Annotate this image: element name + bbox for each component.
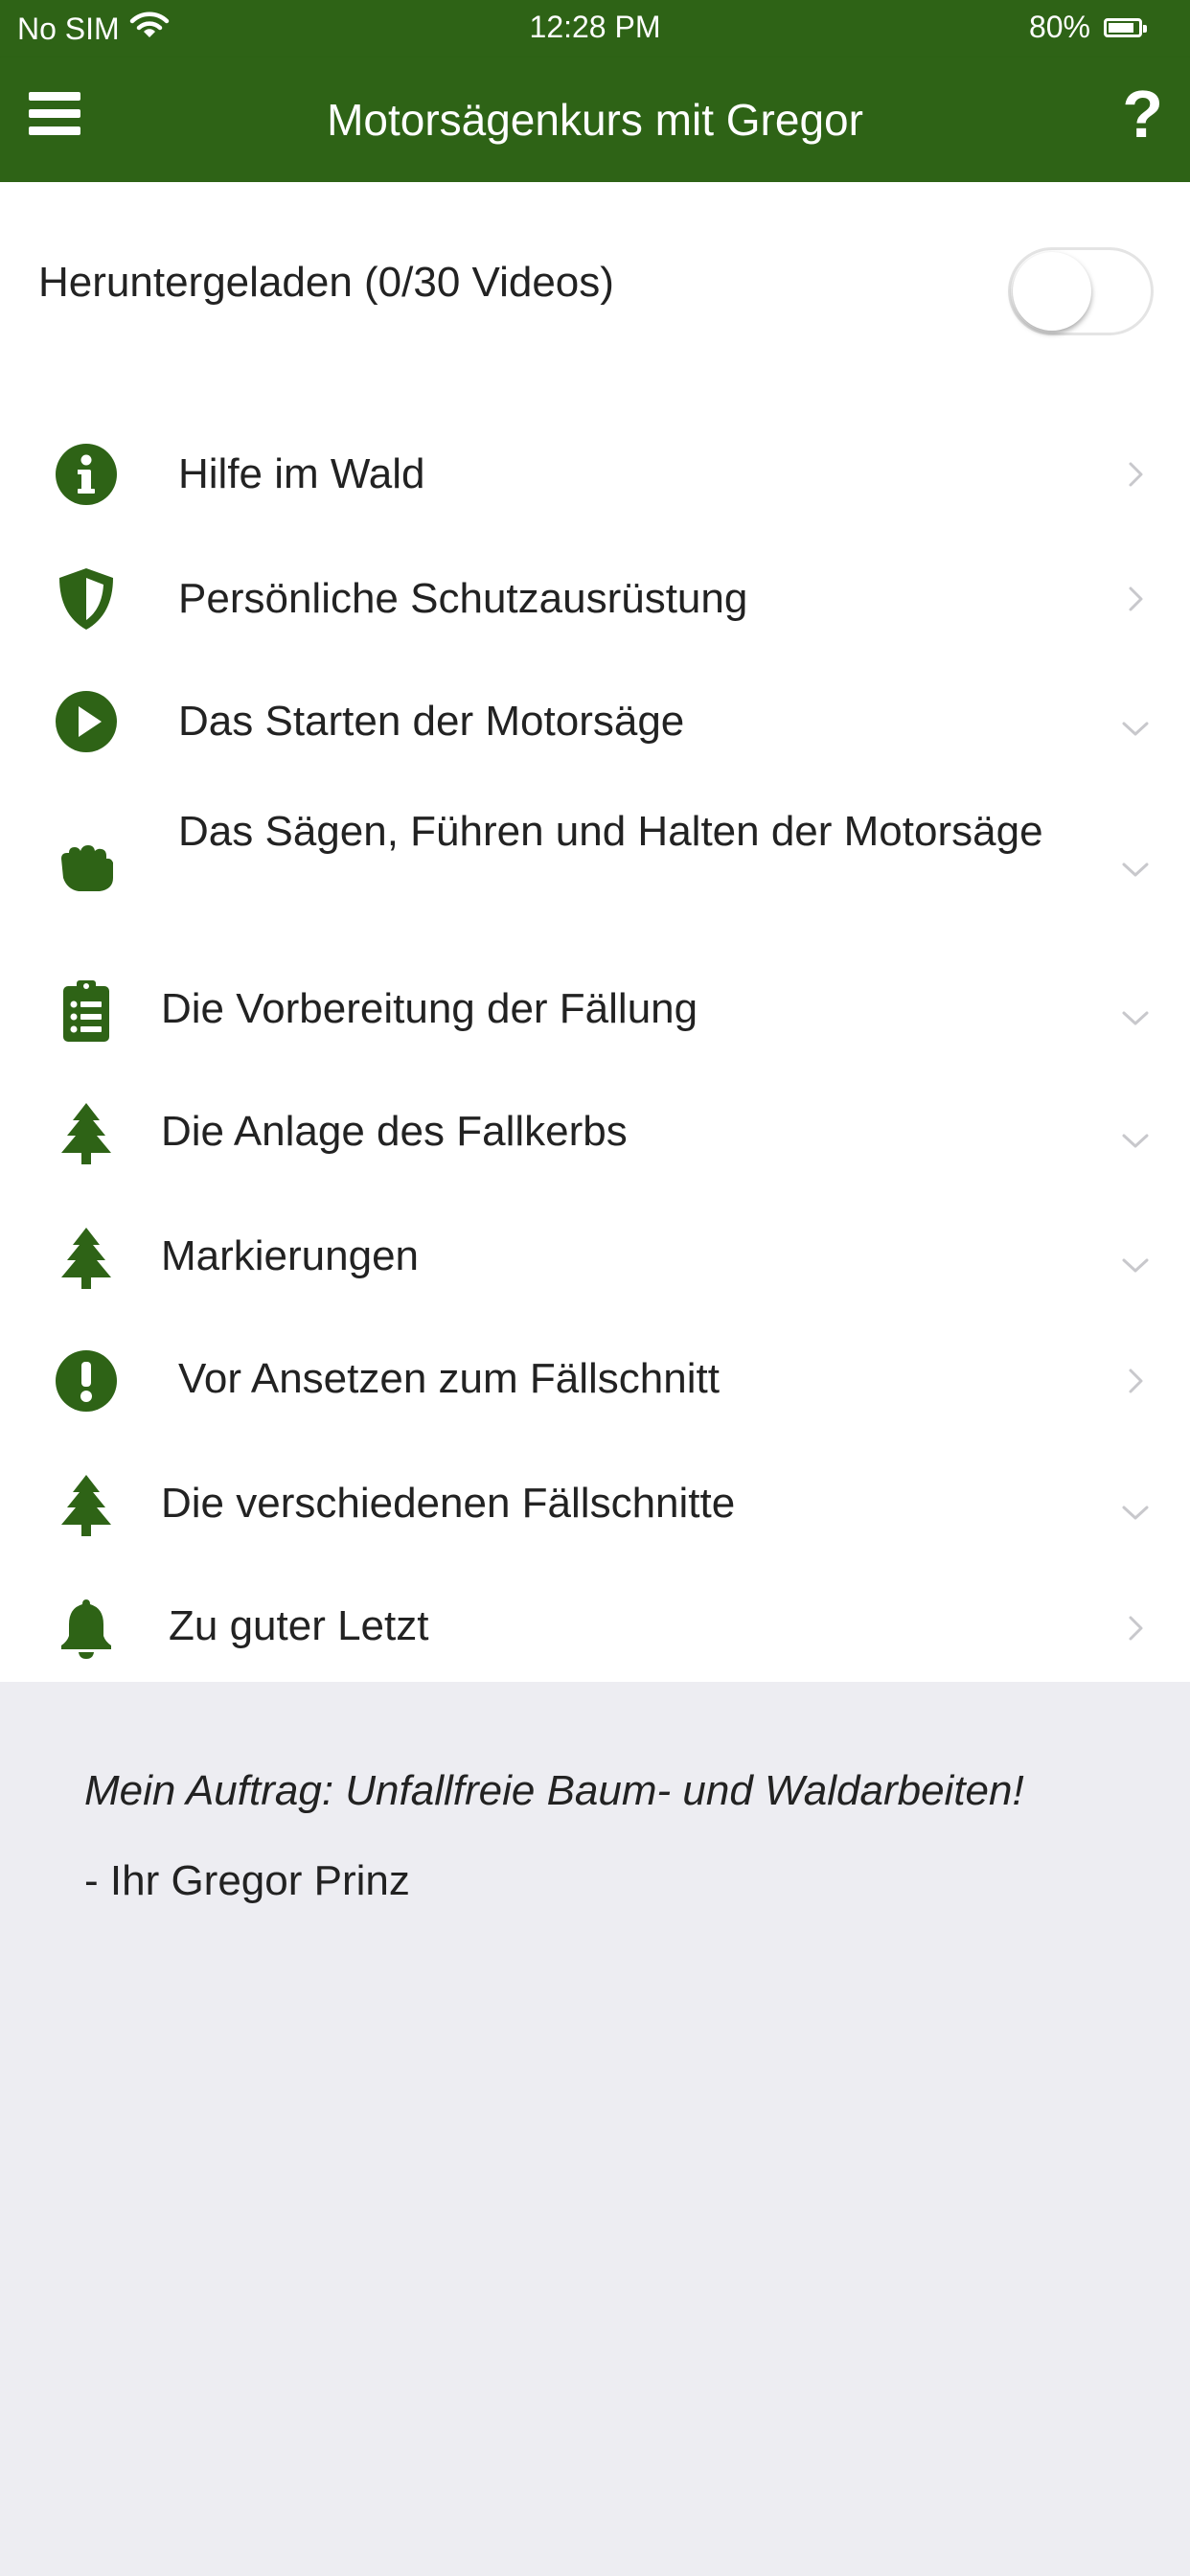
battery-percent: 80% <box>1028 10 1090 44</box>
tree-icon <box>52 1099 121 1168</box>
chapter-item[interactable]: Die verschiedenen Fällschnitte <box>0 1453 1190 1558</box>
chapter-item[interactable]: Vor Ansetzen zum Fällschnitt <box>0 1328 1190 1434</box>
play-circle-icon <box>52 687 121 756</box>
footer-quote: Mein Auftrag: Unfallfreie Baum- und Wald… <box>84 1767 1024 1814</box>
chapter-item[interactable]: Markierungen <box>0 1206 1190 1311</box>
tree-icon <box>52 1471 121 1540</box>
chevron-right-icon <box>1119 1612 1152 1644</box>
chapter-item[interactable]: Das Starten der Motorsäge <box>0 669 1190 774</box>
clipboard-list-icon <box>52 977 121 1046</box>
chapter-item[interactable]: Hilfe im Wald <box>0 422 1190 527</box>
status-bar: No SIM 12:28 PM 80% <box>0 0 1190 58</box>
shield-icon <box>52 564 121 633</box>
download-label: Heruntergeladen (0/30 Videos) <box>38 259 614 306</box>
chapter-item-label: Das Sägen, Führen und Halten der Motorsä… <box>178 808 1043 855</box>
help-button[interactable]: ? <box>1122 80 1163 148</box>
footer-signature: - Ihr Gregor Prinz <box>84 1857 410 1904</box>
tree-icon <box>52 1224 121 1293</box>
exclamation-circle-icon <box>52 1346 121 1415</box>
chapter-item[interactable]: Zu guter Letzt <box>0 1576 1190 1681</box>
chapter-item-label: Die verschiedenen Fällschnitte <box>161 1480 736 1527</box>
chapter-item[interactable]: Die Vorbereitung der Fällung <box>0 958 1190 1064</box>
chevron-down-icon <box>1119 712 1152 745</box>
bell-icon <box>52 1594 121 1663</box>
chapter-item-label: Die Anlage des Fallkerbs <box>161 1108 628 1155</box>
chevron-right-icon <box>1119 583 1152 615</box>
chapter-item-label: Persönliche Schutzausrüstung <box>178 575 748 622</box>
chapter-item-label: Vor Ansetzen zum Fällschnitt <box>178 1355 720 1402</box>
page-title: Motorsägenkurs mit Gregor <box>327 95 863 145</box>
chapter-item-label: Hilfe im Wald <box>178 450 425 497</box>
chevron-down-icon <box>1119 1249 1152 1281</box>
main-content: Heruntergeladen (0/30 Videos) Hilfe im W… <box>0 182 1190 1682</box>
chapter-item-label: Zu guter Letzt <box>169 1602 429 1649</box>
chapter-item[interactable]: Die Anlage des Fallkerbs <box>0 1081 1190 1186</box>
chevron-down-icon <box>1119 1124 1152 1157</box>
download-setting-row: Heruntergeladen (0/30 Videos) <box>0 242 1190 335</box>
chapter-item[interactable]: Persönliche Schutzausrüstung <box>0 546 1190 652</box>
chevron-down-icon <box>1119 1001 1152 1034</box>
hand-icon <box>52 834 121 903</box>
chapter-item[interactable]: Das Sägen, Führen und Halten der Motorsä… <box>0 794 1190 937</box>
chapter-item-label: Das Starten der Motorsäge <box>178 698 685 745</box>
chevron-right-icon <box>1119 1365 1152 1397</box>
chevron-down-icon <box>1119 853 1152 886</box>
status-right: 80% <box>1028 10 1147 45</box>
chapter-item-label: Die Vorbereitung der Fällung <box>161 985 698 1032</box>
chapter-item-label: Markierungen <box>161 1232 420 1279</box>
download-toggle[interactable] <box>1008 247 1154 335</box>
chevron-right-icon <box>1119 458 1152 491</box>
footer: Mein Auftrag: Unfallfreie Baum- und Wald… <box>84 1763 1100 1905</box>
battery-icon <box>1104 17 1147 37</box>
chevron-down-icon <box>1119 1496 1152 1529</box>
toggle-knob <box>1013 252 1091 331</box>
status-time: 12:28 PM <box>529 10 661 44</box>
info-circle-icon <box>52 440 121 509</box>
nav-bar: Motorsägenkurs mit Gregor ? <box>0 58 1190 182</box>
